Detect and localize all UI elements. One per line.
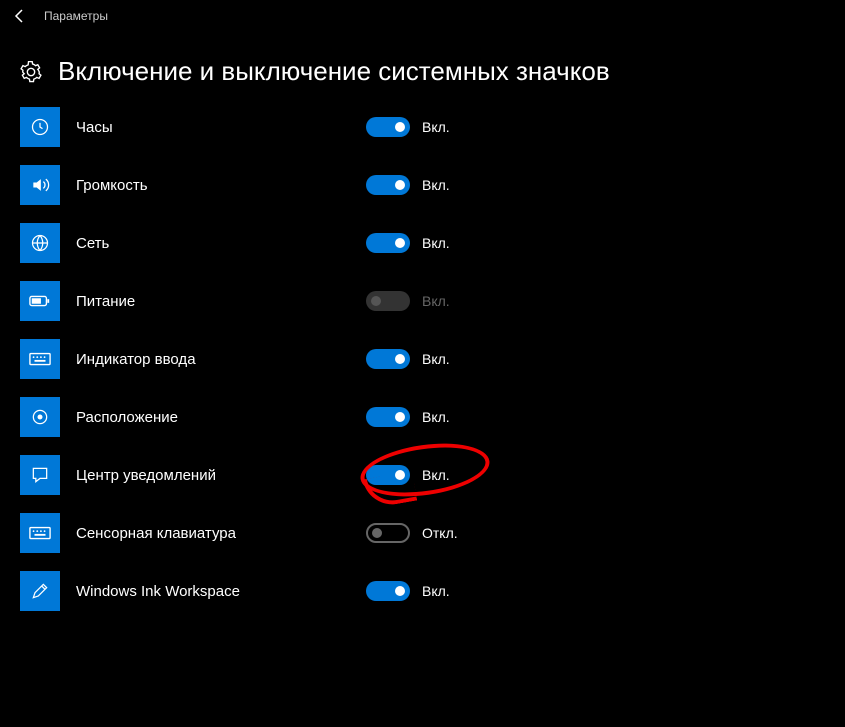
setting-label: Сенсорная клавиатура [76,525,356,542]
toggle-knob [395,586,405,596]
back-button[interactable] [12,8,28,24]
toggle-knob [395,470,405,480]
setting-label: Питание [76,293,356,310]
toggle-state-label: Вкл. [422,583,450,599]
page-title: Включение и выключение системных значков [58,56,610,87]
toggle-wrap: Откл. [366,523,458,543]
toggle-knob [372,528,382,538]
setting-row: Расположение Вкл. [20,397,825,437]
toggle-switch[interactable] [366,175,410,195]
toggle-switch[interactable] [366,233,410,253]
volume-icon [20,165,60,205]
setting-row: Индикатор ввода Вкл. [20,339,825,379]
toggle-knob [395,412,405,422]
setting-label: Индикатор ввода [76,351,356,368]
toggle-knob [395,122,405,132]
toggle-state-label: Вкл. [422,235,450,251]
toggle-knob [395,180,405,190]
toggle-state-label: Вкл. [422,293,450,309]
setting-row: Windows Ink Workspace Вкл. [20,571,825,611]
notification-icon [20,455,60,495]
toggle-switch[interactable] [366,581,410,601]
toggle-wrap: Вкл. [366,465,450,485]
toggle-state-label: Вкл. [422,467,450,483]
setting-row: Сеть Вкл. [20,223,825,263]
setting-row: Центр уведомлений Вкл. [20,455,825,495]
gear-icon [20,61,42,83]
toggle-wrap: Вкл. [366,581,450,601]
keyboard-icon [20,513,60,553]
pen-icon [20,571,60,611]
toggle-state-label: Вкл. [422,177,450,193]
toggle-wrap: Вкл. [366,291,450,311]
toggle-state-label: Вкл. [422,409,450,425]
clock-icon [20,107,60,147]
keyboard-icon [20,339,60,379]
toggle-knob [371,296,381,306]
globe-icon [20,223,60,263]
setting-row: Часы Вкл. [20,107,825,147]
toggle-knob [395,354,405,364]
setting-label: Центр уведомлений [76,467,356,484]
toggle-wrap: Вкл. [366,233,450,253]
setting-label: Сеть [76,235,356,252]
toggle-knob [395,238,405,248]
toggle-wrap: Вкл. [366,175,450,195]
setting-label: Часы [76,119,356,136]
setting-label: Расположение [76,409,356,426]
toggle-state-label: Вкл. [422,351,450,367]
setting-row: Громкость Вкл. [20,165,825,205]
toggle-switch[interactable] [366,349,410,369]
setting-label: Windows Ink Workspace [76,583,356,600]
toggle-wrap: Вкл. [366,349,450,369]
battery-icon [20,281,60,321]
toggle-wrap: Вкл. [366,407,450,427]
setting-row: Сенсорная клавиатура Откл. [20,513,825,553]
toggle-switch[interactable] [366,523,410,543]
toggle-state-label: Вкл. [422,119,450,135]
back-arrow-icon [12,8,28,24]
toggle-switch[interactable] [366,117,410,137]
toggle-switch[interactable] [366,465,410,485]
toggle-switch [366,291,410,311]
toggle-state-label: Откл. [422,525,458,541]
window-title: Параметры [44,9,108,23]
setting-row: Питание Вкл. [20,281,825,321]
toggle-switch[interactable] [366,407,410,427]
location-icon [20,397,60,437]
setting-label: Громкость [76,177,356,194]
toggle-wrap: Вкл. [366,117,450,137]
